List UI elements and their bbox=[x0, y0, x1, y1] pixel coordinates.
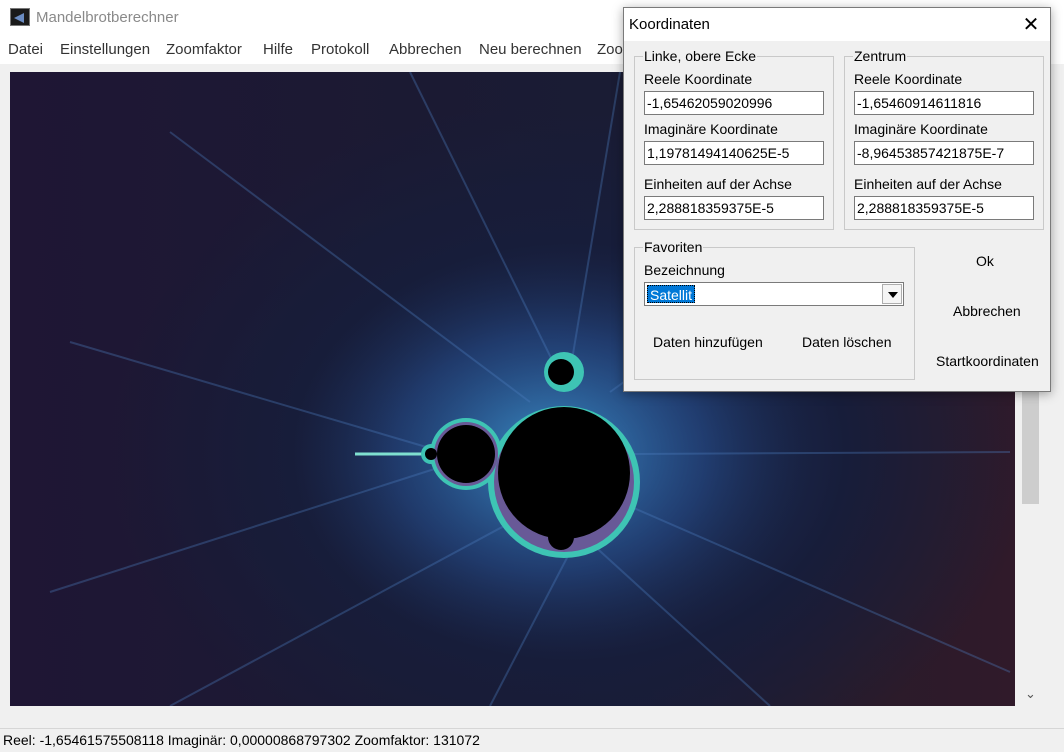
ok-button[interactable]: Ok bbox=[976, 253, 994, 269]
real-coordinate-label: Reele Koordinate bbox=[644, 71, 753, 87]
scrollbar-thumb[interactable] bbox=[1022, 382, 1039, 504]
real-coordinate-label: Reele Koordinate bbox=[854, 71, 963, 87]
center-group: Zentrum Reele Koordinate -1,654609146118… bbox=[844, 49, 1044, 230]
menu-zoom-truncated[interactable]: Zoo bbox=[597, 41, 623, 58]
scroll-down-icon[interactable]: ⌄ bbox=[1022, 684, 1039, 704]
menu-hilfe[interactable]: Hilfe bbox=[263, 41, 293, 58]
top-left-real-input[interactable]: -1,65462059020996 bbox=[644, 91, 824, 115]
delete-data-button[interactable]: Daten löschen bbox=[802, 334, 892, 350]
group-legend: Favoriten bbox=[643, 239, 704, 255]
dialog-title-bar: Koordinaten ✕ bbox=[624, 8, 1050, 41]
favorites-select[interactable]: Satellit bbox=[644, 282, 904, 306]
chevron-down-icon[interactable] bbox=[882, 284, 902, 304]
menu-abbrechen[interactable]: Abbrechen bbox=[389, 41, 462, 58]
imaginary-coordinate-label: Imaginäre Koordinate bbox=[644, 121, 778, 137]
menu-zoomfaktor[interactable]: Zoomfaktor bbox=[166, 41, 242, 58]
menu-neu-berechnen[interactable]: Neu berechnen bbox=[479, 41, 582, 58]
favorites-group: Favoriten Bezeichnung Daten hinzufügen D… bbox=[634, 240, 915, 380]
status-bar: Reel: -1,65461575508118 Imaginär: 0,0000… bbox=[0, 728, 1064, 752]
add-data-button[interactable]: Daten hinzufügen bbox=[653, 334, 763, 350]
name-label: Bezeichnung bbox=[644, 262, 725, 278]
center-imaginary-input[interactable]: -8,96453857421875E-7 bbox=[854, 141, 1034, 165]
group-legend: Linke, obere Ecke bbox=[643, 48, 758, 64]
start-coordinates-button[interactable]: Startkoordinaten bbox=[936, 353, 1039, 369]
app-icon bbox=[10, 8, 30, 26]
top-left-units-input[interactable]: 2,288818359375E-5 bbox=[644, 196, 824, 220]
center-real-input[interactable]: -1,65460914611816 bbox=[854, 91, 1034, 115]
axis-units-label: Einheiten auf der Achse bbox=[854, 176, 1002, 192]
close-icon[interactable]: ✕ bbox=[1018, 12, 1044, 38]
app-title: Mandelbrotberechner bbox=[36, 9, 179, 26]
menu-protokoll[interactable]: Protokoll bbox=[311, 41, 369, 58]
koordinaten-dialog: Koordinaten ✕ Linke, obere Ecke Reele Ko… bbox=[623, 7, 1051, 392]
dialog-title: Koordinaten bbox=[629, 16, 710, 33]
axis-units-label: Einheiten auf der Achse bbox=[644, 176, 792, 192]
top-left-corner-group: Linke, obere Ecke Reele Koordinate -1,65… bbox=[634, 49, 834, 230]
menu-datei[interactable]: Datei bbox=[8, 41, 43, 58]
center-units-input[interactable]: 2,288818359375E-5 bbox=[854, 196, 1034, 220]
selected-favorite: Satellit bbox=[647, 285, 696, 303]
status-text: Reel: -1,65461575508118 Imaginär: 0,0000… bbox=[3, 732, 480, 748]
menu-einstellungen[interactable]: Einstellungen bbox=[60, 41, 150, 58]
cancel-button[interactable]: Abbrechen bbox=[953, 303, 1021, 319]
top-left-imaginary-input[interactable]: 1,19781494140625E-5 bbox=[644, 141, 824, 165]
group-legend: Zentrum bbox=[853, 48, 908, 64]
imaginary-coordinate-label: Imaginäre Koordinate bbox=[854, 121, 988, 137]
